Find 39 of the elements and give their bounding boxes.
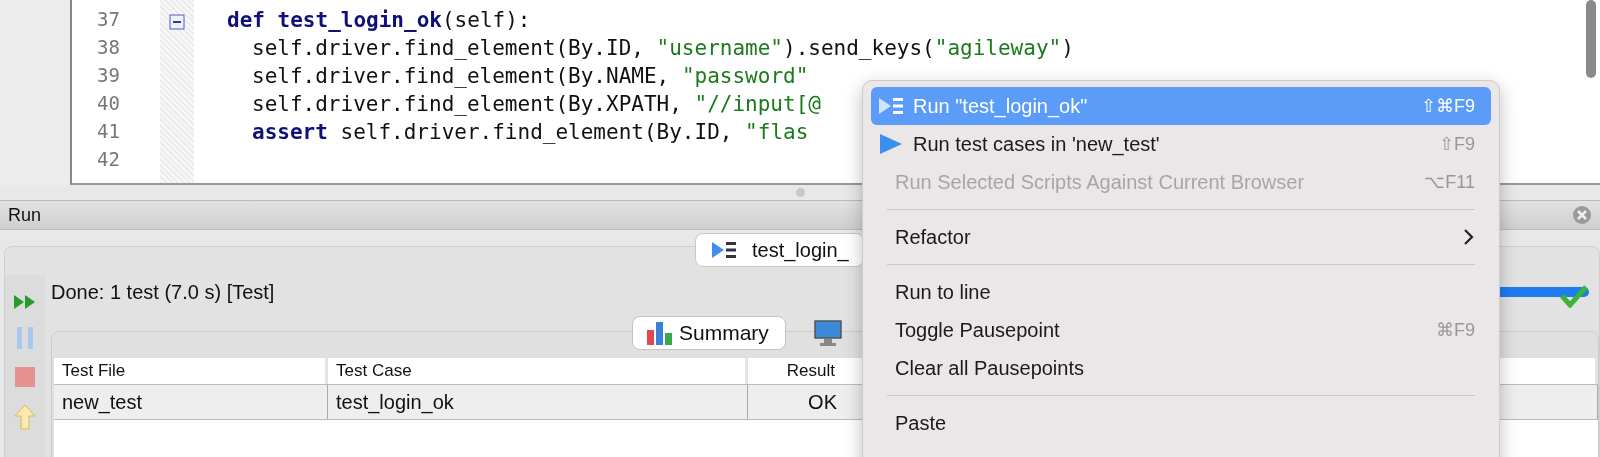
chevron-right-icon [1463, 228, 1475, 246]
code-line: def test_login_ok(self): [227, 8, 531, 34]
panel-title: Run [8, 204, 42, 226]
menu-item[interactable]: Refactor [871, 218, 1491, 256]
table-cell: test_login_ok [328, 385, 748, 419]
shortcut-label: ⌘F9 [1436, 319, 1475, 341]
line-number: 40 [96, 92, 121, 116]
line-number: 38 [96, 36, 121, 60]
shortcut-label: ⇧⌘F9 [1421, 95, 1475, 117]
code-line: assert self.driver.find_element(By.ID, "flas [251, 120, 809, 146]
bar-chart-icon [645, 320, 675, 346]
stop-icon[interactable] [13, 365, 37, 389]
splitter-handle[interactable] [795, 188, 805, 197]
run-case-icon [877, 96, 905, 116]
status-text: Done: 1 test (7.0 s) [Test] [51, 280, 275, 304]
check-icon [1560, 284, 1588, 308]
scrollbar[interactable] [1586, 0, 1596, 78]
code-line: self.driver.find_element(By.ID, "username").send_keys("agileway") [251, 36, 1074, 62]
code-line: self.driver.find_element(By.XPATH, "//input[@ [251, 92, 821, 118]
line-number: 41 [96, 120, 121, 144]
test-tab[interactable]: test_login_ [695, 233, 864, 267]
monitor-icon [812, 319, 843, 347]
line-number: 37 [96, 8, 121, 32]
close-icon[interactable] [1572, 205, 1592, 225]
shortcut-label: ⇧F9 [1439, 133, 1475, 155]
menu-item[interactable]: Clear all Pausepoints [871, 349, 1491, 387]
result-tab[interactable]: Summary [632, 316, 786, 350]
pause-icon[interactable] [14, 325, 36, 351]
menu-item[interactable]: Run to line [871, 273, 1491, 311]
line-number: 42 [96, 148, 121, 172]
shortcut-label: ⌥F11 [1424, 171, 1475, 193]
arrow-up-icon[interactable] [13, 403, 37, 431]
collapse-icon[interactable] [169, 14, 185, 30]
line-number: 39 [96, 64, 121, 88]
menu-item[interactable]: Toggle Pausepoint ⌘F9 [871, 311, 1491, 349]
code-line: self.driver.find_element(By.NAME, "password" [251, 64, 809, 90]
menu-item[interactable]: Run test cases in 'new_test' ⇧F9 [871, 125, 1491, 163]
table-cell: new_test [54, 385, 328, 419]
run-case-icon [710, 240, 738, 260]
